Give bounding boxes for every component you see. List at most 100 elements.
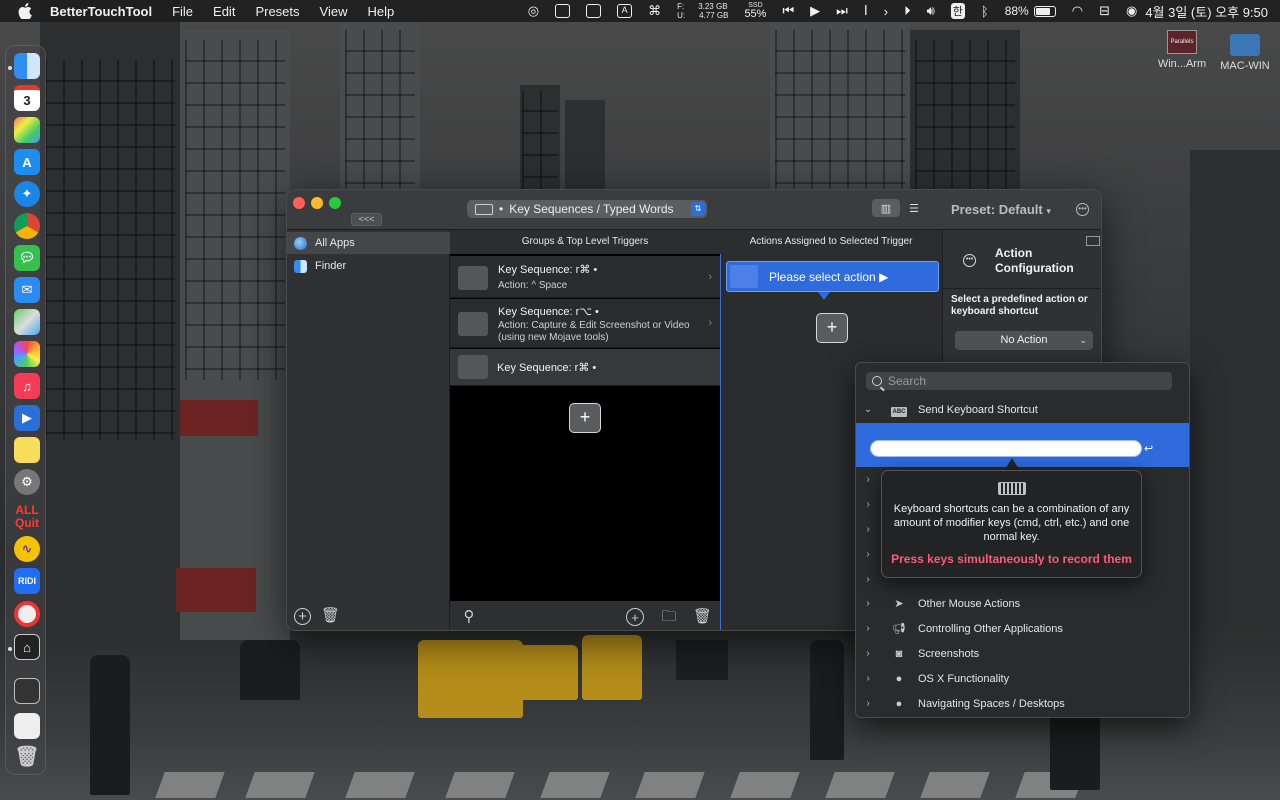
desktop-icon-mac-win[interactable]: MAC-WIN	[1214, 34, 1276, 72]
collapse-sidebar-button[interactable]: <<<	[351, 213, 382, 226]
desktop-icon-win-arm[interactable]: Parallels Win...Arm	[1152, 30, 1212, 70]
close-button[interactable]	[293, 197, 305, 209]
action-search-input[interactable]: Search	[866, 372, 1172, 390]
battery-status[interactable]: 88%	[1005, 4, 1056, 18]
menu-help[interactable]: Help	[367, 4, 394, 19]
play-circle-icon[interactable]: ⏵	[904, 3, 911, 19]
apple-menu-icon[interactable]	[18, 3, 32, 19]
predefined-action-value: No Action	[1000, 334, 1048, 346]
keyboard-abc-icon: ABC	[891, 406, 907, 417]
delete-trigger-icon[interactable]: 🗑︎	[693, 608, 712, 626]
launchpad-icon[interactable]	[14, 117, 40, 143]
mail-icon[interactable]: ✉	[14, 277, 40, 303]
photos-icon[interactable]	[14, 341, 40, 367]
control-center-icon[interactable]: ⊟	[1099, 3, 1110, 19]
zoom-button[interactable]	[329, 197, 341, 209]
predefined-action-dropdown[interactable]: No Action ⌄	[955, 331, 1093, 350]
a-box-icon[interactable]: A	[617, 4, 633, 18]
menu-view[interactable]: View	[320, 4, 348, 19]
messages-icon[interactable]: 💬︎	[14, 245, 40, 271]
trigger-row[interactable]: Key Sequence: r⌘ • Action: ^ Space ›	[450, 256, 720, 298]
chrome-icon[interactable]	[14, 213, 40, 239]
add-trigger-small-button[interactable]: +	[626, 608, 644, 626]
action-search-placeholder: Search	[888, 374, 927, 388]
running-indicator	[8, 647, 12, 651]
menu-presets[interactable]: Presets	[255, 4, 299, 19]
wifi-icon[interactable]: ◠	[1072, 3, 1083, 19]
notes-icon[interactable]	[14, 437, 40, 463]
maps-icon[interactable]	[14, 309, 40, 335]
input-source-icon[interactable]: 한	[950, 3, 965, 19]
trigger-row[interactable]: Key Sequence: r⌥ • Action: Capture & Edi…	[450, 299, 720, 348]
vibe-icon[interactable]: ∿	[14, 536, 40, 562]
shortcut-recorder-field[interactable]	[870, 440, 1142, 457]
add-action-button[interactable]: +	[816, 313, 848, 343]
category-screenshots[interactable]: › ◙ Screenshots	[856, 641, 1189, 666]
new-folder-icon[interactable]: 🗀	[660, 608, 678, 626]
dictionary-icon[interactable]	[14, 713, 40, 739]
mask-icon[interactable]: ◎	[528, 3, 539, 19]
return-arrow-icon[interactable]: ↩	[1144, 442, 1157, 455]
category-send-keyboard-shortcut[interactable]: ⌄ ABC Send Keyboard Shortcut	[856, 397, 1189, 422]
menu-bar: BetterTouchTool File Edit Presets View H…	[0, 0, 1280, 22]
menu-file[interactable]: File	[172, 4, 193, 19]
menu-bar-clock[interactable]: 4월 3일 (토) 오후 9:50	[1145, 2, 1268, 21]
detach-panel-icon[interactable]	[1086, 236, 1100, 246]
chevron-right-icon: ›	[866, 673, 870, 684]
activity-icon[interactable]	[14, 601, 40, 627]
dock: 3 A ✦ 💬︎ ✉ ♫ ▶ ⚙ ALL Quit ∿ RIDI ⌂ 🗑︎	[5, 45, 46, 775]
keynote-icon[interactable]: ▶	[14, 405, 40, 431]
volume-icon[interactable]: 🔊︎	[927, 3, 935, 19]
bar-icon[interactable]: Ⅰ	[864, 3, 868, 19]
app-name-menu[interactable]: BetterTouchTool	[50, 4, 152, 19]
next-track-icon[interactable]: ⏭	[836, 3, 848, 19]
music-icon[interactable]: ♫	[14, 373, 40, 399]
chevron-right-icon[interactable]: ›	[884, 4, 888, 19]
siri-icon[interactable]: ◉	[1126, 3, 1137, 19]
columns-view-icon[interactable]: ▥	[872, 199, 900, 217]
ssd-usage[interactable]: SSD 55%	[744, 2, 766, 20]
please-select-action-button[interactable]: Please select action ▶	[726, 261, 939, 292]
app-store-icon[interactable]: A	[14, 149, 40, 175]
disk-usage[interactable]: F: 3.23 GB U: 4.77 GB	[677, 2, 728, 20]
list-view-icon[interactable]: ☰	[900, 199, 928, 217]
minimize-button[interactable]	[311, 197, 323, 209]
play-icon[interactable]: ▶	[810, 3, 820, 19]
system-preferences-icon[interactable]: ⚙	[14, 469, 40, 495]
delete-app-button[interactable]: 🗑︎	[321, 608, 340, 625]
calendar-icon[interactable]: 3	[14, 85, 40, 111]
sidebar-item-all-apps[interactable]: All Apps	[287, 232, 450, 254]
search-icon[interactable]: ⚲	[460, 608, 478, 626]
disk-used-value: 4.77 GB	[699, 11, 729, 20]
desktop-icon-mac-win-label: MAC-WIN	[1220, 60, 1270, 72]
add-trigger-button[interactable]: +	[569, 403, 601, 433]
megaphone-icon: 📢︎	[892, 622, 906, 635]
actions-column-header: Actions Assigned to Selected Trigger	[720, 230, 942, 254]
ridi-icon[interactable]: RIDI	[14, 568, 40, 594]
preset-selector[interactable]: Preset: Default ▾	[951, 202, 1051, 217]
finder-icon[interactable]	[14, 53, 40, 79]
safari-icon[interactable]: ✦	[14, 181, 40, 207]
menu-edit[interactable]: Edit	[213, 4, 235, 19]
apple-icon: ●	[895, 672, 903, 685]
view-mode-toggle: ▥ ☰	[872, 199, 932, 217]
command-icon[interactable]: ⌘	[648, 3, 661, 19]
more-options-icon[interactable]: •••	[1076, 203, 1089, 216]
previous-track-icon[interactable]: ⏮	[782, 3, 794, 19]
btt-icon[interactable]: ⌂	[14, 634, 40, 660]
trigger-type-select[interactable]: • Key Sequences / Typed Words ⇅	[467, 200, 707, 218]
add-app-button[interactable]: +	[294, 608, 311, 625]
chevron-right-icon: ›	[866, 623, 870, 634]
screen-icon[interactable]	[14, 678, 40, 704]
btt-menu-icon[interactable]	[586, 4, 602, 18]
category-controlling-other-applications[interactable]: › 📢︎ Controlling Other Applications	[856, 616, 1189, 641]
trigger-row-selected[interactable]: Key Sequence: r⌘ •	[450, 349, 720, 386]
sidebar-item-finder[interactable]: Finder	[287, 255, 450, 277]
allquit-icon[interactable]: ALL Quit	[13, 504, 41, 530]
category-os-x-functionality[interactable]: › ● OS X Functionality	[856, 666, 1189, 691]
screen-capture-icon[interactable]	[555, 4, 571, 18]
bluetooth-icon[interactable]: ᛒ	[981, 4, 989, 19]
trash-icon[interactable]: 🗑︎	[14, 743, 40, 769]
category-navigating-spaces[interactable]: › ● Navigating Spaces / Desktops	[856, 691, 1189, 716]
category-other-mouse-actions[interactable]: › ➤ Other Mouse Actions	[856, 591, 1189, 616]
